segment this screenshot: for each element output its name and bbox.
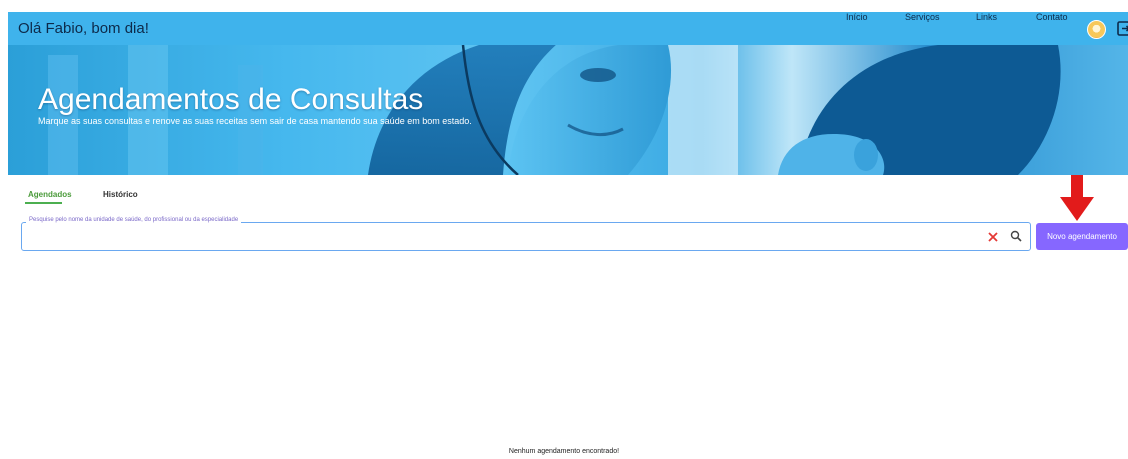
hero-title: Agendamentos de Consultas <box>38 83 424 116</box>
greeting-text: Olá Fabio, bom dia! <box>18 20 149 37</box>
search-field[interactable] <box>21 222 1031 251</box>
tab-historico[interactable]: Histórico <box>103 190 138 199</box>
avatar[interactable] <box>1087 20 1106 39</box>
clear-icon[interactable] <box>987 231 999 243</box>
annotation-arrow-icon <box>1060 175 1094 221</box>
search-input[interactable] <box>26 227 980 247</box>
logout-icon[interactable] <box>1117 20 1128 37</box>
hero-banner: Agendamentos de Consultas Marque as suas… <box>8 45 1128 175</box>
search-icon[interactable] <box>1010 230 1022 242</box>
nav-contato[interactable]: Contato <box>1036 12 1068 22</box>
empty-state-message: Nenhum agendamento encontrado! <box>508 448 620 455</box>
active-tab-indicator <box>25 202 62 204</box>
nav-inicio[interactable]: Início <box>846 12 868 22</box>
hero-subtitle: Marque as suas consultas e renove as sua… <box>38 116 472 126</box>
top-bar: Olá Fabio, bom dia! <box>8 12 1128 45</box>
nav-links[interactable]: Links <box>976 12 997 22</box>
new-appointment-button[interactable]: Novo agendamento <box>1036 223 1128 250</box>
tab-agendados[interactable]: Agendados <box>28 190 72 199</box>
search-label: Pesquise pelo nome da unidade de saúde, … <box>26 217 242 223</box>
nav-servicos[interactable]: Serviços <box>905 12 940 22</box>
